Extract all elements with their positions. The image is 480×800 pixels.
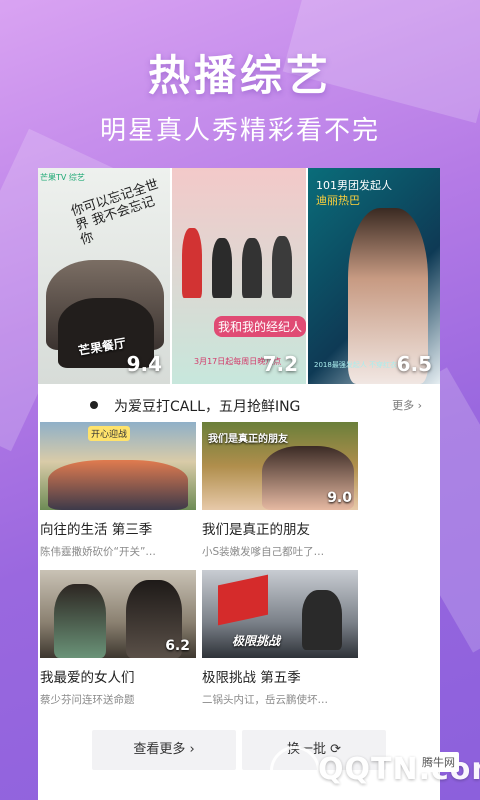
banner-poster[interactable]: 101男团发起人 迪丽热巴 2018最强发起人 不穿红衣 6.5 bbox=[308, 168, 440, 384]
cast-figure bbox=[272, 236, 292, 298]
bullet-icon bbox=[90, 401, 98, 409]
show-description: 小S装嫩发嗲自己都吐了… bbox=[202, 546, 325, 558]
watermark-logo-icon bbox=[270, 746, 320, 796]
hero-title: 热播综艺 bbox=[147, 51, 332, 100]
view-more-button[interactable]: 查看更多 › bbox=[92, 730, 236, 770]
banner-poster[interactable]: 我和我的经纪人 3月17日起每周日晚八点 7.2 bbox=[170, 168, 308, 384]
cast-figure bbox=[182, 228, 202, 298]
cast-figure bbox=[212, 238, 232, 298]
slogan-highlight: 迪丽热巴 bbox=[316, 194, 360, 207]
show-title: 我们是真正的朋友 bbox=[202, 522, 310, 538]
more-link[interactable]: 更多 › bbox=[392, 397, 422, 413]
cast-figure bbox=[242, 238, 262, 298]
watermark-badge: 腾牛网 bbox=[418, 752, 459, 772]
thumb-overlay-title: 极限挑战 bbox=[232, 634, 281, 648]
banner-poster[interactable]: 芒果TV 综艺 你可以忘记全世界 我不会忘记你 芒果餐厅 9.4 bbox=[38, 168, 170, 384]
poster-score: 9.4 bbox=[126, 352, 162, 376]
flag-shape bbox=[218, 574, 268, 626]
poster-score: 7.2 bbox=[262, 352, 298, 376]
slogan-line: 101男团发起人 bbox=[316, 179, 392, 192]
poster-note: 2018最强发起人 不穿红衣 bbox=[314, 361, 398, 369]
show-thumbnail[interactable]: 我们是真正的朋友 9.0 bbox=[202, 422, 358, 510]
section-header: 为爱豆打CALL，五月抢鲜ING 更多 › bbox=[38, 388, 440, 422]
thumb-overlay-title: 开心迎战 bbox=[88, 426, 131, 441]
show-item[interactable]: 6.2 我最爱的女人们 蔡少芬问连环送命题 bbox=[40, 570, 196, 707]
show-score: 9.0 bbox=[327, 490, 352, 506]
cast-figure bbox=[54, 584, 106, 658]
show-title: 向往的生活 第三季 bbox=[40, 522, 153, 538]
hero-subtitle: 明星真人秀精彩看不完 bbox=[99, 116, 380, 146]
poster-show-title: 我和我的经纪人 bbox=[214, 316, 306, 337]
show-thumbnail[interactable]: 6.2 bbox=[40, 570, 196, 658]
banner-carousel[interactable]: 芒果TV 综艺 你可以忘记全世界 我不会忘记你 芒果餐厅 9.4 我和我的经纪人… bbox=[38, 168, 440, 384]
show-title: 我最爱的女人们 bbox=[40, 670, 135, 686]
show-thumbnail[interactable]: 开心迎战 bbox=[40, 422, 196, 510]
show-score: 6.2 bbox=[165, 638, 190, 654]
show-item[interactable]: 我们是真正的朋友 9.0 我们是真正的朋友 小S装嫩发嗲自己都吐了… bbox=[202, 422, 358, 559]
poster-caption: 你可以忘记全世界 我不会忘记你 bbox=[69, 177, 161, 249]
show-item[interactable]: 极限挑战 极限挑战 第五季 二锅头内讧，岳云鹏使坏… bbox=[202, 570, 358, 707]
show-title: 极限挑战 第五季 bbox=[202, 670, 301, 686]
cast-figure bbox=[302, 590, 342, 650]
show-item[interactable]: 开心迎战 向往的生活 第三季 陈伟霆撒娇砍价“开关”… bbox=[40, 422, 196, 559]
show-description: 蔡少芬问连环送命题 bbox=[40, 694, 135, 706]
poster-score: 6.5 bbox=[396, 352, 432, 376]
channel-logo: 芒果TV 综艺 bbox=[40, 173, 85, 182]
show-description: 二锅头内讧，岳云鹏使坏… bbox=[202, 694, 328, 706]
thumb-overlay-title: 我们是真正的朋友 bbox=[208, 434, 288, 445]
show-thumbnail[interactable]: 极限挑战 bbox=[202, 570, 358, 658]
poster-slogan: 101男团发起人 迪丽热巴 bbox=[316, 178, 392, 208]
section-title: 为爱豆打CALL，五月抢鲜ING bbox=[114, 399, 301, 415]
cast-figure bbox=[48, 460, 188, 510]
show-description: 陈伟霆撒娇砍价“开关”… bbox=[40, 546, 156, 558]
